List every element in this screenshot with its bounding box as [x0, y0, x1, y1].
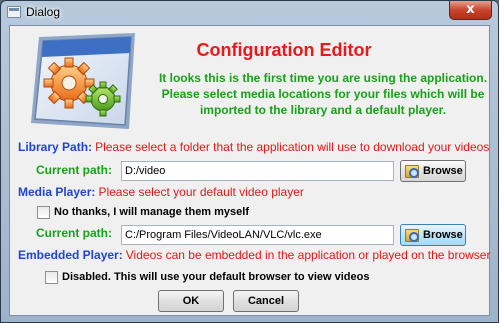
media-player-label: Media Player: [18, 185, 96, 199]
intro-text: It looks this is the first time you are … [158, 71, 488, 117]
library-section-header: Library Path: Please select a folder tha… [18, 140, 489, 154]
library-browse-label: Browse [423, 165, 463, 177]
folder-search-icon [405, 228, 419, 242]
title-bar[interactable]: Dialog x [1, 1, 498, 25]
embedded-disabled-checkbox[interactable] [45, 271, 58, 284]
gears-logo-icon [31, 33, 135, 129]
manage-myself-checkbox-label[interactable]: No thanks, I will manage them myself [54, 206, 249, 218]
dialog-heading: Configuration Editor [196, 40, 372, 60]
player-current-path-label: Current path: [36, 226, 112, 240]
player-browse-label: Browse [423, 229, 463, 241]
manage-myself-checkbox[interactable] [37, 206, 50, 219]
media-player-description: Please select your default video player [98, 185, 304, 199]
dialog-content: Configuration Editor It looks this is th… [9, 25, 490, 316]
cancel-button[interactable]: Cancel [233, 290, 299, 312]
window-title: Dialog [26, 5, 61, 19]
ok-button[interactable]: OK [158, 290, 224, 312]
folder-search-icon [405, 164, 419, 178]
embedded-section-header: Embedded Player: Videos can be embedded … [18, 248, 490, 262]
close-button[interactable]: x [449, 1, 492, 20]
embedded-player-description: Videos can be embedded in the applicatio… [125, 248, 491, 262]
library-current-path-label: Current path: [36, 163, 112, 177]
library-path-input[interactable]: D:/video [121, 161, 394, 181]
library-browse-button[interactable]: Browse [400, 160, 466, 182]
window-icon [7, 6, 21, 18]
dialog-window: Dialog x Configuration Editor It looks t… [0, 0, 499, 323]
player-path-input[interactable]: C:/Program Files/VideoLAN/VLC/vlc.exe [121, 225, 394, 245]
library-path-label: Library Path: [18, 140, 93, 154]
embedded-player-label: Embedded Player: [18, 248, 123, 262]
player-browse-button[interactable]: Browse [400, 224, 466, 246]
player-section-header: Media Player: Please select your default… [18, 185, 304, 199]
embedded-disabled-checkbox-label[interactable]: Disabled. This will use your default bro… [62, 271, 369, 283]
library-path-description: Please select a folder that the applicat… [95, 140, 490, 154]
